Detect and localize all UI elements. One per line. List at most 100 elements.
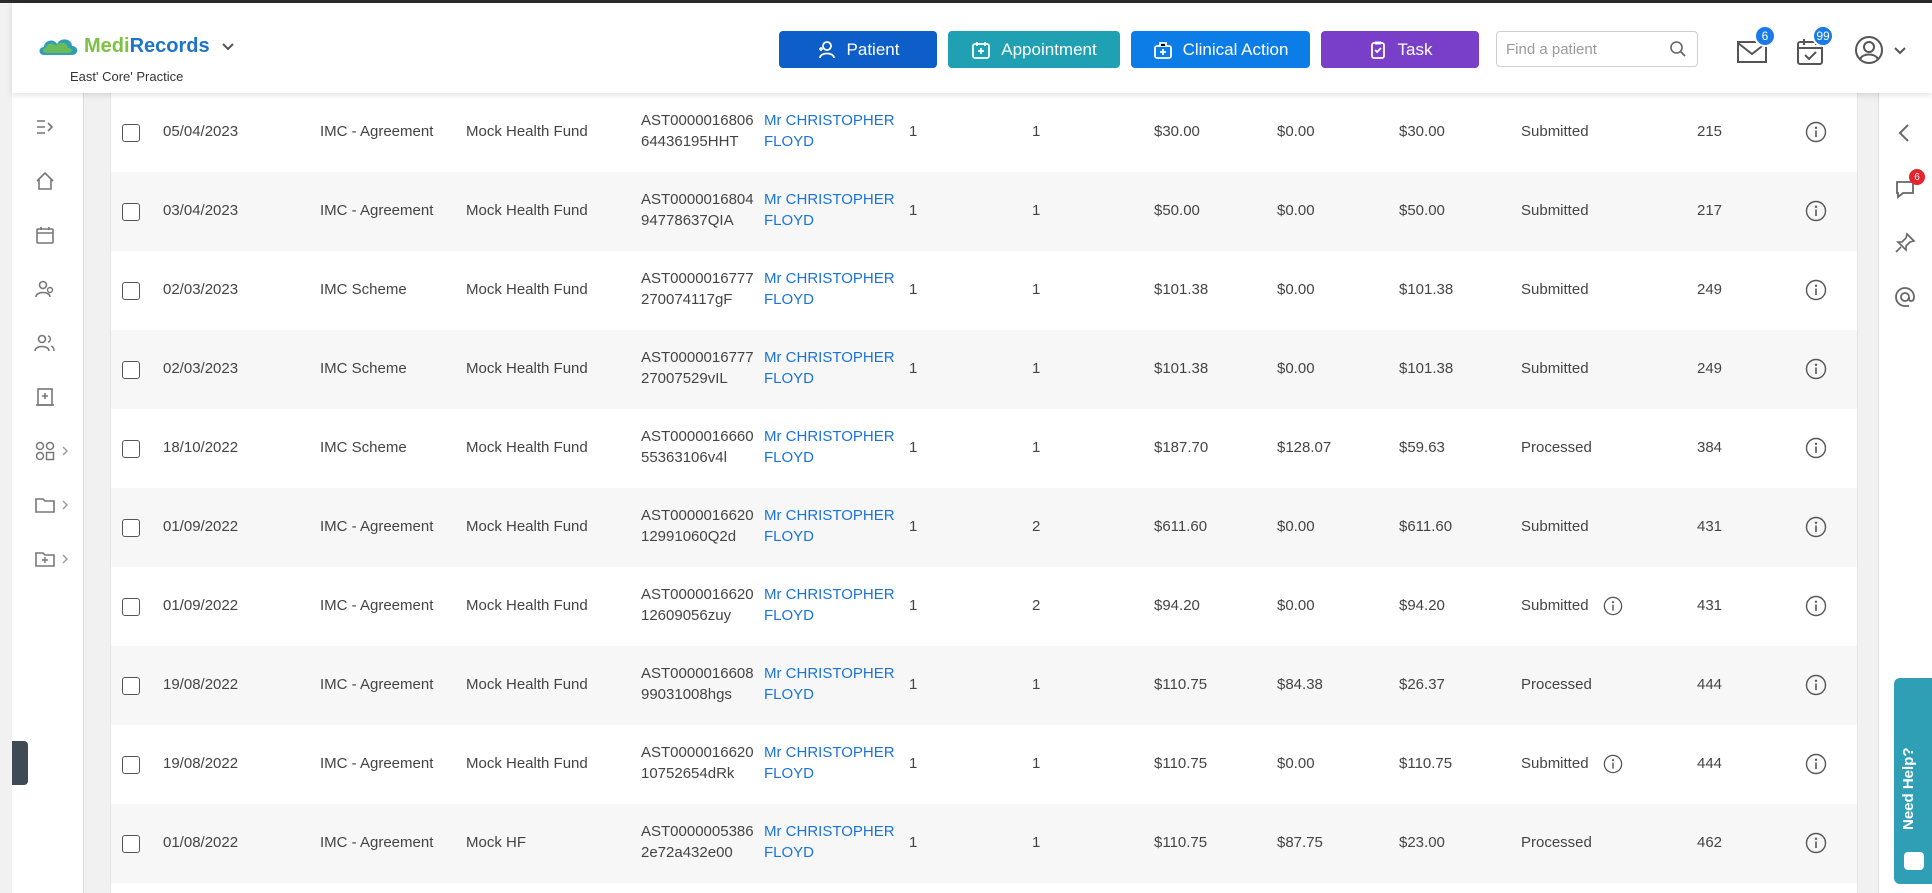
cell-reference: AST0000016620 12991060Q2d — [641, 505, 754, 547]
sidebar-item-documents[interactable] — [34, 490, 74, 520]
table-row[interactable]: 01/09/2022 IMC - Agreement Mock Health Fun… — [111, 567, 1857, 646]
clipboard-check-icon — [1370, 41, 1385, 59]
clinical-action-button[interactable]: Clinical Action — [1131, 31, 1310, 68]
patient-link[interactable]: Mr CHRISTOPHER FLOYD — [764, 663, 895, 705]
messages-button[interactable]: 6 — [1736, 25, 1776, 67]
patient-link[interactable]: Mr CHRISTOPHER FLOYD — [764, 505, 895, 547]
chevron-right-icon — [62, 500, 68, 510]
row-info-icon[interactable] — [1805, 358, 1827, 380]
cell-date: 19/08/2022 — [163, 755, 239, 772]
sidebar-collapse[interactable] — [34, 112, 74, 142]
status-text: Processed — [1521, 676, 1592, 693]
patient-name-line-1: Mr CHRISTOPHER — [764, 744, 895, 761]
row-checkbox[interactable] — [122, 124, 140, 142]
patient-link[interactable]: Mr CHRISTOPHER FLOYD — [764, 189, 895, 231]
row-info-icon[interactable] — [1805, 200, 1827, 222]
cell-date: 02/03/2023 — [163, 360, 239, 377]
reference-line-2: 12991060Q2d — [641, 528, 737, 545]
cell-balance: $59.63 — [1399, 439, 1445, 456]
appointment-button[interactable]: Appointment — [948, 31, 1120, 68]
patient-name-line-1: Mr CHRISTOPHER — [764, 665, 895, 682]
cell-balance: $110.75 — [1399, 755, 1453, 772]
row-info-icon[interactable] — [1805, 279, 1827, 301]
sidebar-item-home[interactable] — [34, 166, 74, 196]
modules-icon — [35, 441, 55, 461]
patient-link[interactable]: Mr CHRISTOPHER FLOYD — [764, 268, 895, 310]
table-row[interactable]: 18/10/2022 IMC Scheme Mock Health Fund AST0… — [111, 409, 1857, 488]
cell-balance: $94.20 — [1399, 597, 1445, 614]
table-row[interactable]: 02/03/2023 IMC Scheme Mock Health Fund AST0… — [111, 330, 1857, 409]
cell-status: Submitted — [1521, 358, 1589, 380]
status-info-icon[interactable] — [1603, 596, 1623, 616]
row-info-icon[interactable] — [1805, 595, 1827, 617]
row-info-icon[interactable] — [1805, 437, 1827, 459]
patient-link[interactable]: Mr CHRISTOPHER FLOYD — [764, 110, 895, 152]
pin-icon[interactable] — [1893, 231, 1917, 255]
sidebar-item-modules[interactable] — [34, 436, 74, 466]
row-checkbox[interactable] — [122, 282, 140, 300]
table-row[interactable]: 01/08/2022 IMC - Agreement Mock HF AST00000… — [111, 804, 1857, 883]
sidebar-item-contacts[interactable] — [34, 328, 74, 358]
cell-paid: $128.07 — [1277, 439, 1332, 456]
patient-link[interactable]: Mr CHRISTOPHER FLOYD — [764, 821, 895, 863]
cell-reference: AST0000005386 2e72a432e00 — [641, 821, 754, 863]
row-info-icon[interactable] — [1805, 753, 1827, 775]
help-chat-icon — [1904, 852, 1924, 870]
cell-count-2: 1 — [1032, 281, 1041, 298]
tasks-calendar-button[interactable]: 99 — [1794, 25, 1834, 67]
patient-link[interactable]: Mr CHRISTOPHER FLOYD — [764, 347, 895, 389]
table-row[interactable]: 05/04/2023 IMC - Agreement Mock Health Fun… — [111, 93, 1857, 172]
cell-date: 01/09/2022 — [163, 518, 239, 535]
search-icon[interactable] — [1669, 40, 1687, 58]
contacts-icon — [34, 334, 55, 352]
row-checkbox[interactable] — [122, 203, 140, 221]
row-info-icon[interactable] — [1805, 121, 1827, 143]
folder-add-icon — [35, 552, 55, 567]
cell-fund: Mock Health Fund — [466, 755, 588, 772]
cell-balance: $23.00 — [1399, 834, 1445, 851]
table-row[interactable]: 02/03/2023 IMC Scheme Mock Health Fund AST0… — [111, 251, 1857, 330]
status-info-icon[interactable] — [1603, 754, 1623, 774]
brand-switcher[interactable]: MediRecords — [36, 33, 236, 59]
side-drawer-tab[interactable] — [12, 741, 28, 785]
reference-line-1: AST0000016620 — [641, 586, 754, 603]
cell-fund: Mock Health Fund — [466, 360, 588, 377]
patient-link[interactable]: Mr CHRISTOPHER FLOYD — [764, 742, 895, 784]
cell-balance: $101.38 — [1399, 360, 1454, 377]
sidebar-item-folders[interactable] — [34, 544, 74, 574]
cell-balance: $26.37 — [1399, 676, 1445, 693]
cell-fund: Mock Health Fund — [466, 123, 588, 140]
row-checkbox[interactable] — [122, 519, 140, 537]
patient-link[interactable]: Mr CHRISTOPHER FLOYD — [764, 584, 895, 626]
chevron-left-icon[interactable] — [1893, 121, 1917, 145]
table-row[interactable]: 19/08/2022 IMC - Agreement Mock Health Fun… — [111, 725, 1857, 804]
row-checkbox[interactable] — [122, 835, 140, 853]
row-checkbox[interactable] — [122, 440, 140, 458]
row-checkbox[interactable] — [122, 361, 140, 379]
cell-type: IMC Scheme — [320, 360, 407, 377]
row-checkbox[interactable] — [122, 677, 140, 695]
user-menu[interactable] — [1854, 35, 1908, 65]
patient-search-input[interactable] — [1497, 32, 1657, 66]
patient-link[interactable]: Mr CHRISTOPHER FLOYD — [764, 426, 895, 468]
cell-status: Submitted — [1521, 516, 1589, 538]
table-row[interactable]: 03/04/2023 IMC - Agreement Mock Health Fun… — [111, 172, 1857, 251]
sidebar-item-patients[interactable] — [34, 274, 74, 304]
row-info-icon[interactable] — [1805, 674, 1827, 696]
sidebar-item-calendar[interactable] — [34, 220, 74, 250]
row-checkbox[interactable] — [122, 598, 140, 616]
table-row[interactable]: 19/08/2022 IMC - Agreement Mock Health Fun… — [111, 646, 1857, 725]
table-row[interactable]: 01/09/2022 IMC - Agreement Mock Health Fun… — [111, 488, 1857, 567]
sidebar-item-clinic[interactable] — [34, 382, 74, 412]
cell-type: IMC - Agreement — [320, 755, 434, 772]
patient-button[interactable]: Patient — [779, 31, 937, 68]
patient-name-line-2: FLOYD — [764, 212, 815, 229]
row-info-icon[interactable] — [1805, 832, 1827, 854]
patient-name-line-1: Mr CHRISTOPHER — [764, 428, 895, 445]
chat-button[interactable]: 6 — [1893, 169, 1925, 201]
row-checkbox[interactable] — [122, 756, 140, 774]
row-info-icon[interactable] — [1805, 516, 1827, 538]
mention-icon[interactable] — [1893, 285, 1917, 309]
cell-count-1: 1 — [909, 834, 918, 851]
task-button[interactable]: Task — [1321, 31, 1479, 68]
